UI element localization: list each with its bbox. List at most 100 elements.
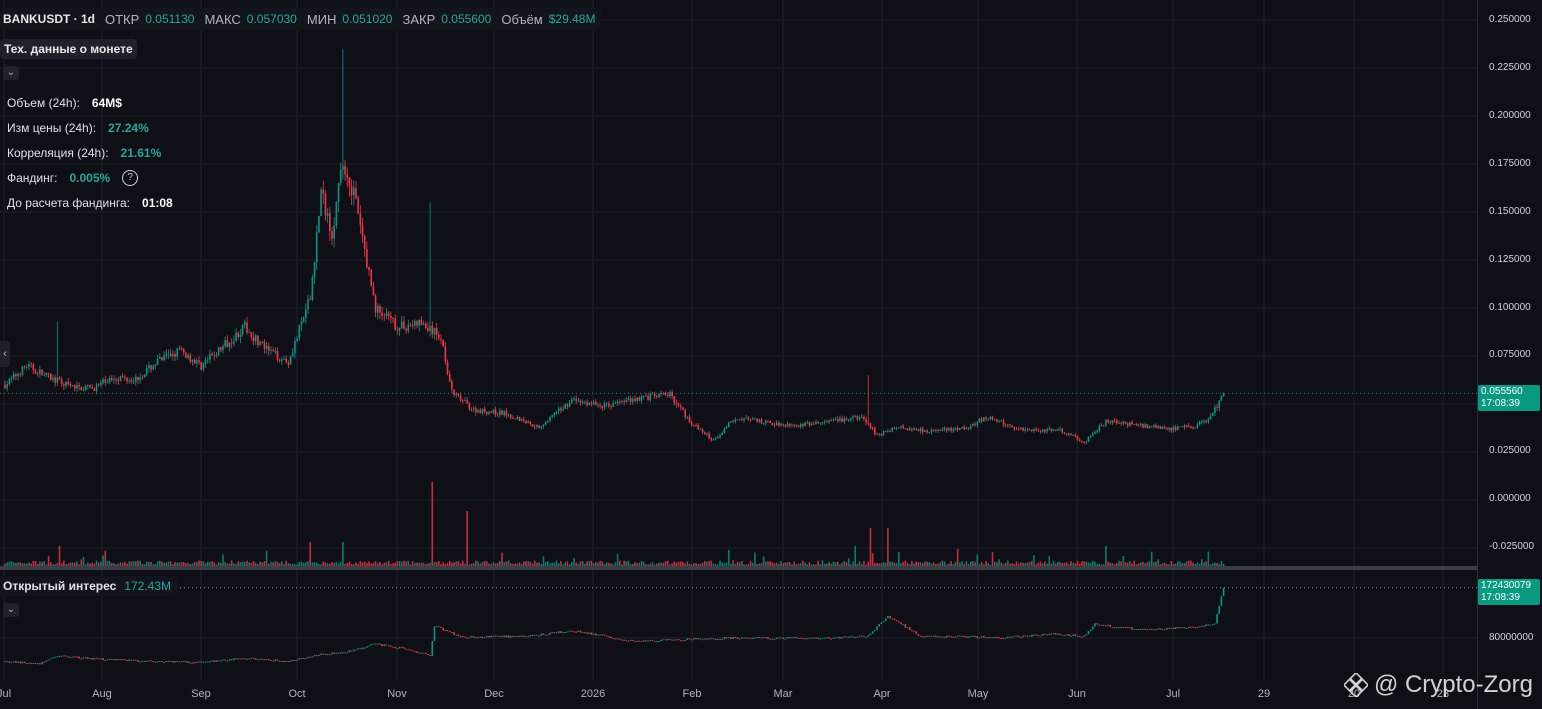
candle xyxy=(806,420,809,425)
chevron-left-icon[interactable]: ‹ xyxy=(0,341,10,367)
candle xyxy=(1037,428,1040,432)
candle xyxy=(93,387,96,392)
candle xyxy=(904,427,907,430)
chevron-down-icon[interactable]: ⌄ xyxy=(3,66,19,80)
coin-tech-data-button[interactable]: Тех. данные о монете xyxy=(0,39,137,59)
candle xyxy=(320,187,322,217)
oi-candle xyxy=(882,621,885,623)
oi-candle xyxy=(1081,636,1083,638)
oi-candle xyxy=(791,637,793,639)
oi-candle xyxy=(93,657,96,660)
oi-candle xyxy=(1166,627,1168,630)
oi-candle xyxy=(614,638,617,640)
open-label: ОТКР xyxy=(105,11,140,27)
candle xyxy=(555,411,558,416)
oi-candle xyxy=(538,635,540,637)
oi-candle xyxy=(1087,630,1090,635)
candle xyxy=(233,335,235,347)
candle xyxy=(246,317,248,335)
oi-label[interactable]: Открытый интерес xyxy=(3,579,116,593)
oi-candle xyxy=(908,627,911,631)
candle xyxy=(477,408,479,414)
oi-candle xyxy=(1041,633,1044,636)
candle xyxy=(435,323,438,341)
oi-candle xyxy=(8,661,11,663)
open-interest-chart[interactable] xyxy=(0,570,1477,680)
oi-candle xyxy=(590,632,593,635)
candle xyxy=(32,362,35,375)
oi-candle xyxy=(1163,629,1166,631)
oi-candle xyxy=(1007,636,1009,638)
oi-candle xyxy=(664,639,667,641)
oi-candle xyxy=(1190,626,1192,628)
oi-candle xyxy=(793,636,795,638)
candle xyxy=(945,427,948,433)
candle xyxy=(126,377,128,384)
oi-last-value: 172430079 xyxy=(1481,580,1532,591)
oi-candle xyxy=(381,644,383,647)
candle xyxy=(1011,425,1013,428)
oi-candle xyxy=(12,661,15,663)
candle xyxy=(259,340,261,347)
oi-candle xyxy=(1039,635,1042,637)
oi-candle xyxy=(1100,624,1103,626)
oi-candle xyxy=(1194,627,1197,629)
oi-candle xyxy=(23,661,26,664)
candle xyxy=(344,159,346,181)
candle xyxy=(943,426,946,432)
time-axis[interactable]: Jul Aug Sep Oct Nov Dec 2026 Feb Mar Apr… xyxy=(0,680,1477,709)
oi-candle xyxy=(488,635,490,638)
oi-candle xyxy=(549,632,551,635)
oi-candle xyxy=(1153,629,1155,631)
candle xyxy=(34,368,37,375)
oi-candle xyxy=(464,636,466,638)
price-axis[interactable]: 0.250000 0.225000 0.200000 0.175000 0.15… xyxy=(1477,0,1542,709)
oi-candle xyxy=(89,658,91,660)
candle xyxy=(642,395,645,400)
candle xyxy=(1187,422,1190,428)
oi-candle xyxy=(686,638,689,640)
candle xyxy=(115,377,117,385)
candle xyxy=(370,268,373,287)
candle xyxy=(1028,428,1031,431)
candle xyxy=(867,375,870,426)
tech-label: Изм цены (24h): xyxy=(7,120,97,135)
candle xyxy=(39,365,41,379)
oi-candle xyxy=(492,635,495,637)
oi-candle xyxy=(525,636,527,638)
candle xyxy=(1159,425,1162,430)
oi-candle xyxy=(533,634,536,636)
oi-candle xyxy=(708,638,710,640)
oi-candle xyxy=(239,658,242,660)
candle xyxy=(1179,426,1181,428)
oi-candle xyxy=(983,636,985,638)
oi-candle xyxy=(869,633,872,636)
oi-candle xyxy=(1120,626,1122,628)
oi-candle xyxy=(1183,627,1186,629)
oi-candle xyxy=(363,647,366,649)
candle xyxy=(501,409,503,416)
oi-candle xyxy=(784,638,787,640)
candle xyxy=(889,429,891,432)
help-icon[interactable]: ? xyxy=(122,169,139,186)
oi-candle xyxy=(1111,626,1114,628)
oi-candle xyxy=(289,660,292,662)
candle xyxy=(121,372,124,378)
oi-candle xyxy=(653,640,656,642)
price-chart[interactable] xyxy=(0,0,1477,566)
candle xyxy=(381,306,383,321)
candle xyxy=(49,373,52,381)
candle xyxy=(603,400,606,411)
chevron-down-icon[interactable]: ⌄ xyxy=(3,603,19,617)
oi-candle xyxy=(263,659,266,661)
candle xyxy=(1024,426,1027,433)
oi-candle xyxy=(906,627,909,629)
oi-candle xyxy=(475,637,477,639)
candle xyxy=(913,426,915,431)
candle xyxy=(1041,429,1044,433)
candle xyxy=(747,415,750,422)
oi-candle xyxy=(972,635,974,637)
symbol-title[interactable]: BANKUSDT · 1d xyxy=(3,12,95,26)
oi-candle xyxy=(479,636,482,638)
candlesticks xyxy=(4,48,1225,445)
